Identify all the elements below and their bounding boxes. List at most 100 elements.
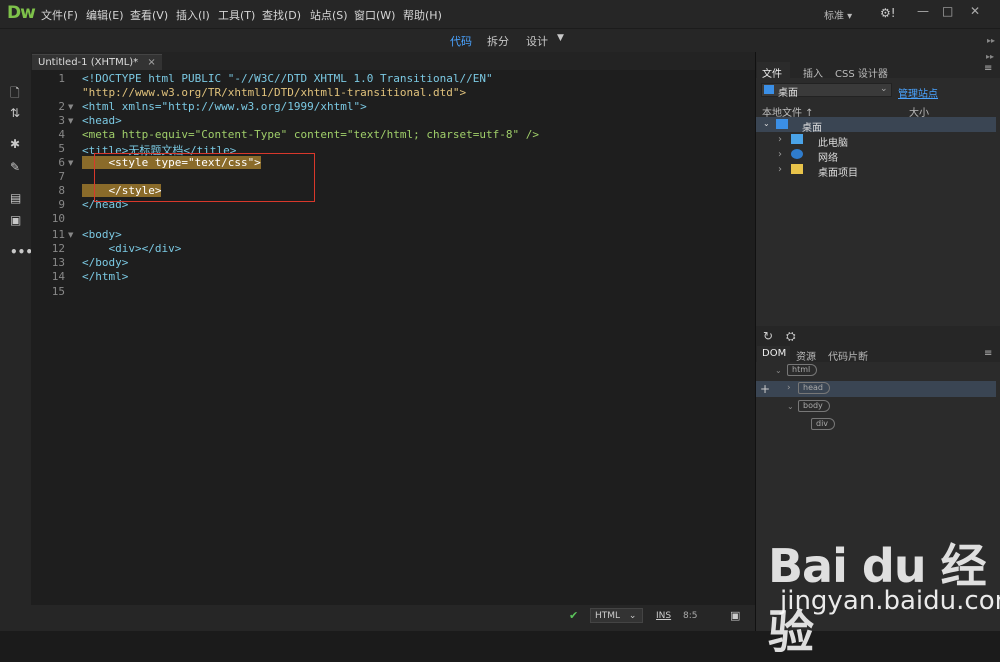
panel-menu-icon[interactable]: ≡ [984,63,992,74]
dom-node-body[interactable]: body [798,400,830,412]
code-line: </html> [82,270,129,283]
dom-node-div[interactable]: div [811,418,836,430]
fold-arrow-icon[interactable]: ▼ [68,117,73,125]
code-line: <html xmlns="http://www.w3.org/1999/xhtm… [82,100,367,113]
line-number: 4 [58,128,65,141]
menu-site[interactable]: 站点(S) [310,7,348,23]
chevron-down-icon[interactable]: ⌄ [763,119,770,128]
tree-item-this-pc[interactable]: 此电脑 [818,134,848,149]
tree-item-desktop-items[interactable]: 桌面项目 [818,164,858,179]
add-icon[interactable]: + [760,382,770,396]
insert-mode[interactable]: INS [656,611,671,621]
tab-dom[interactable]: DOM [762,348,786,359]
close-button[interactable]: ✕ [970,4,980,18]
collapse-icon[interactable]: ▸▸ [987,36,995,45]
dom-selection [756,381,996,397]
document-tab-title: Untitled-1 (XHTML)* [38,57,139,68]
code-line: <meta http-equiv="Content-Type" content=… [82,128,539,141]
chevron-right-icon[interactable]: › [778,149,782,160]
line-number: 2 [58,100,65,113]
panel-header [756,52,1000,62]
code-line: <body> [82,228,122,241]
maximize-button[interactable]: □ [942,4,953,18]
format-icon[interactable]: ▣ [10,213,21,227]
code-line: "http://www.w3.org/TR/xhtml1/DTD/xhtml1-… [82,86,467,99]
tab-insert[interactable]: 插入 [803,65,823,80]
cursor-position: 8:5 [683,611,698,621]
fold-arrow-icon[interactable]: ▼ [68,231,73,239]
menu-view[interactable]: 查看(V) [130,7,168,23]
expand-icon[interactable]: ▸▸ [986,52,994,61]
line-number: 5 [58,142,65,155]
comment-icon[interactable]: ▤ [10,191,21,205]
desktop-icon [776,119,788,129]
tree-item-desktop[interactable]: 桌面 [802,119,822,134]
panel-menu-icon[interactable]: ≡ [984,348,992,359]
site-select-value: 桌面 [778,88,798,99]
open-documents-icon[interactable]: 🗋 [10,84,20,105]
baidu-watermark-url: jingyan.baidu.com [780,586,1000,616]
line-number: 15 [51,285,65,298]
workspace-switcher[interactable]: 标准 ▾ [824,7,852,22]
line-number: 8 [58,184,65,197]
chevron-right-icon[interactable]: › [778,134,782,145]
line-number: 11 [51,228,65,241]
document-tab[interactable]: Untitled-1 (XHTML)* × [32,54,162,70]
tree-selection [756,117,996,132]
menu-file[interactable]: 文件(F) [41,7,78,23]
tab-css-designer[interactable]: CSS 设计器 [835,65,888,80]
line-number: 12 [51,242,65,255]
code-line: <head> [82,114,122,127]
view-dropdown-icon[interactable]: ▼ [557,33,564,43]
workspace-label: 标准 [824,11,844,22]
dom-panel-tabs [756,346,1000,362]
dom-node-html[interactable]: html [787,364,818,376]
design-view-button[interactable]: 设计 [526,33,548,49]
chevron-down-icon: ⌄ [880,84,888,94]
tree-item-network[interactable]: 网络 [818,149,838,164]
code-line: <div></div> [82,242,182,255]
status-bar [31,605,755,631]
refresh-icon[interactable]: ↻ [763,329,773,343]
dreamweaver-logo: Dw [7,3,36,23]
gear-icon[interactable]: ⚙! [880,6,896,20]
language-label: HTML [595,611,621,621]
menu-help[interactable]: 帮助(H) [403,7,442,23]
code-view-button[interactable]: 代码 [450,33,472,49]
connect-icon[interactable]: ⛭ [786,329,796,344]
folder-icon [791,164,803,174]
more-icon[interactable]: ••• [10,245,33,259]
menu-insert[interactable]: 插入(I) [176,7,210,23]
tab-assets[interactable]: 资源 [796,348,816,363]
menu-tools[interactable]: 工具(T) [218,7,255,23]
fold-arrow-icon[interactable]: ▼ [68,103,73,111]
tab-snippets[interactable]: 代码片断 [828,348,868,363]
manage-sites-link[interactable]: 管理站点 [898,85,938,100]
dom-node-head[interactable]: head [798,382,830,394]
chevron-right-icon[interactable]: › [778,164,782,175]
code-line: <!DOCTYPE html PUBLIC "-//W3C//DTD XHTML… [82,72,493,85]
chevron-down-icon[interactable]: ⌄ [775,366,782,375]
fold-arrow-icon[interactable]: ▼ [68,159,73,167]
line-number: 6 [58,156,65,169]
line-number: 9 [58,198,65,211]
brush-icon[interactable]: ✎ [10,160,20,174]
minimize-button[interactable]: — [917,4,929,18]
chevron-right-icon[interactable]: › [787,383,791,393]
element-tools-icon[interactable]: ✱ [10,137,20,151]
language-select[interactable]: HTML ⌄ [590,608,643,623]
chevron-down-icon[interactable]: ⌄ [787,402,794,411]
preview-icon[interactable]: ▣ [730,609,740,622]
menu-find[interactable]: 查找(D) [262,7,301,23]
file-management-icon[interactable]: ⇅ [10,106,20,120]
tab-close-icon[interactable]: × [147,57,155,68]
code-line: </body> [82,256,129,269]
split-view-button[interactable]: 拆分 [487,33,509,49]
desktop-icon [764,85,774,94]
line-number: 10 [51,212,65,225]
tab-files[interactable]: 文件 [762,65,782,80]
menu-window[interactable]: 窗口(W) [354,7,395,23]
line-number: 1 [58,72,65,85]
check-icon: ✔ [569,609,579,622]
menu-edit[interactable]: 编辑(E) [86,7,124,23]
